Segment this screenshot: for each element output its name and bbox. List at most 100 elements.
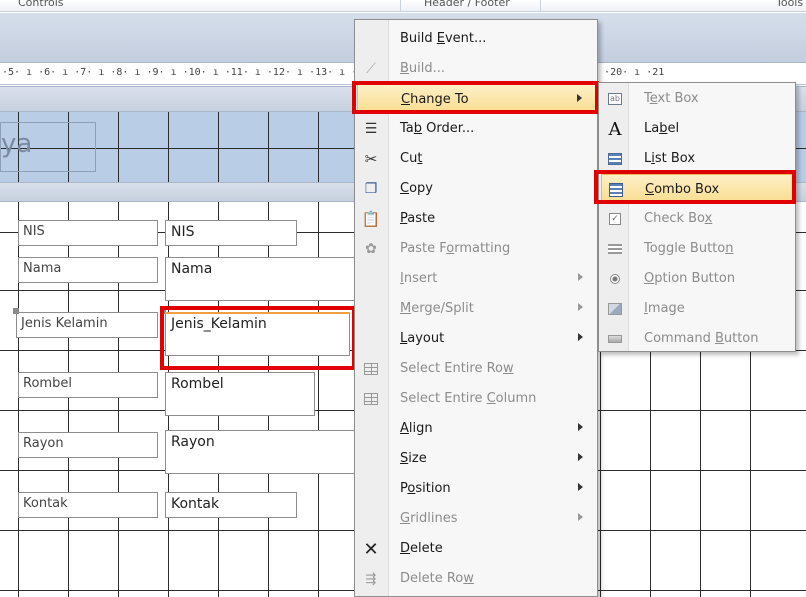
delete-icon: ✕ bbox=[363, 538, 379, 560]
menu-item-layout[interactable]: Layout bbox=[357, 324, 597, 354]
submenu-arrow-icon bbox=[578, 273, 583, 281]
submenu-item-label: Check Box bbox=[644, 211, 713, 226]
header-title-text: ya bbox=[1, 129, 33, 159]
toggle-button-icon bbox=[605, 240, 625, 258]
field-kontak[interactable]: Kontak bbox=[165, 492, 297, 518]
menu-item-change-to[interactable]: Change To bbox=[357, 84, 597, 114]
label-rayon[interactable]: Rayon bbox=[18, 432, 158, 458]
submenu-item-list-box[interactable]: List Box bbox=[601, 144, 795, 174]
menu-item-label: Gridlines bbox=[400, 511, 458, 526]
menu-item-label: Position bbox=[400, 481, 451, 496]
submenu-item-label: Combo Box bbox=[645, 182, 720, 197]
submenu-item-label: Label bbox=[644, 121, 680, 136]
label-kontak[interactable]: Kontak bbox=[18, 492, 158, 518]
menu-item-gridlines[interactable]: Gridlines bbox=[357, 504, 597, 534]
submenu-arrow-icon bbox=[578, 453, 583, 461]
menu-item-label: Align bbox=[400, 421, 433, 436]
delete-row-icon: ⇶ bbox=[365, 571, 377, 587]
submenu-item-label: Command Button bbox=[644, 331, 759, 346]
label-jenis-kelamin[interactable]: Jenis Kelamin bbox=[16, 312, 158, 338]
submenu-item-label: Option Button bbox=[644, 271, 736, 286]
paste-icon: 📋 bbox=[361, 210, 381, 228]
submenu-item-label: Text Box bbox=[644, 91, 699, 106]
submenu-item-image[interactable]: Image bbox=[601, 294, 795, 324]
text-box-icon: ab bbox=[605, 90, 625, 108]
menu-item-paste[interactable]: 📋 Paste bbox=[357, 204, 597, 234]
submenu-item-check-box[interactable]: ✓ Check Box bbox=[601, 204, 795, 234]
submenu-item-command-button[interactable]: Command Button bbox=[601, 324, 795, 354]
menu-item-label: Copy bbox=[400, 181, 433, 196]
menu-item-build[interactable]: ⟋ Build... bbox=[357, 54, 597, 84]
context-menu[interactable]: Build Event... ⟋ Build... Change To ☰ Tab Ord… bbox=[354, 19, 598, 597]
ribbon-separator bbox=[400, 0, 401, 12]
ribbon-group-controls: Controls bbox=[18, 0, 64, 9]
submenu-item-option-button[interactable]: Option Button bbox=[601, 264, 795, 294]
menu-item-select-entire-column[interactable]: Select Entire Column bbox=[357, 384, 597, 414]
menu-item-label: Delete Row bbox=[400, 571, 474, 586]
menu-item-label: Select Entire Row bbox=[400, 361, 514, 376]
selection-outline bbox=[160, 367, 172, 369]
change-to-submenu[interactable]: ab Text Box A Label List Box Combo Box ✓ Check … bbox=[598, 82, 796, 352]
menu-item-label: Paste bbox=[400, 211, 436, 226]
paste-formatting-icon: ✿ bbox=[365, 241, 377, 257]
menu-item-tab-order[interactable]: ☰ Tab Order... bbox=[357, 114, 597, 144]
menu-item-merge-split[interactable]: Merge/Split bbox=[357, 294, 597, 324]
combo-box-icon bbox=[606, 181, 626, 199]
command-button-icon bbox=[605, 330, 625, 348]
menu-item-delete[interactable]: ✕ Delete bbox=[357, 534, 597, 564]
label-nis[interactable]: NIS bbox=[18, 220, 158, 246]
submenu-arrow-icon bbox=[578, 303, 583, 311]
menu-item-label: Insert bbox=[400, 271, 438, 286]
field-nama[interactable]: Nama bbox=[165, 257, 355, 301]
menu-item-label: Cut bbox=[400, 151, 423, 166]
submenu-arrow-icon bbox=[578, 423, 583, 431]
submenu-arrow-icon bbox=[577, 94, 582, 102]
option-button-icon bbox=[605, 270, 625, 288]
submenu-arrow-icon bbox=[578, 513, 583, 521]
header-title-box[interactable]: ya bbox=[0, 122, 96, 172]
menu-item-select-entire-row[interactable]: Select Entire Row bbox=[357, 354, 597, 384]
menu-item-label: Merge/Split bbox=[400, 301, 474, 316]
menu-item-label: Paste Formatting bbox=[400, 241, 511, 256]
scissors-icon: ✂ bbox=[364, 150, 378, 168]
menu-item-label: Select Entire Column bbox=[400, 391, 537, 406]
submenu-item-label: Image bbox=[644, 301, 685, 316]
field-nis[interactable]: NIS bbox=[165, 220, 297, 246]
menu-item-label: Change To bbox=[401, 92, 469, 107]
label-icon: A bbox=[608, 118, 622, 140]
menu-item-label: Build... bbox=[400, 61, 446, 76]
selection-handle[interactable] bbox=[13, 308, 19, 314]
menu-item-delete-row[interactable]: ⇶ Delete Row bbox=[357, 564, 597, 594]
field-jenis-kelamin[interactable]: Jenis_Kelamin bbox=[165, 312, 350, 356]
field-rombel[interactable]: Rombel bbox=[165, 372, 315, 416]
tab-order-icon: ☰ bbox=[364, 121, 378, 137]
wand-icon: ⟋ bbox=[366, 61, 376, 77]
submenu-item-text-box[interactable]: ab Text Box bbox=[601, 84, 795, 114]
menu-item-copy[interactable]: ❐ Copy bbox=[357, 174, 597, 204]
submenu-item-toggle-button[interactable]: Toggle Button bbox=[601, 234, 795, 264]
menu-item-position[interactable]: Position bbox=[357, 474, 597, 504]
submenu-item-label[interactable]: A Label bbox=[601, 114, 795, 144]
submenu-arrow-icon bbox=[578, 483, 583, 491]
menu-item-size[interactable]: Size bbox=[357, 444, 597, 474]
field-rayon[interactable]: Rayon bbox=[165, 430, 355, 474]
submenu-item-label: Toggle Button bbox=[644, 241, 734, 256]
label-rombel[interactable]: Rombel bbox=[18, 372, 158, 398]
label-nama[interactable]: Nama bbox=[18, 257, 158, 283]
menu-item-label: Size bbox=[400, 451, 427, 466]
menu-item-cut[interactable]: ✂ Cut bbox=[357, 144, 597, 174]
submenu-item-label: List Box bbox=[644, 151, 696, 166]
menu-item-insert[interactable]: Insert bbox=[357, 264, 597, 294]
selection-outline bbox=[165, 312, 350, 314]
check-box-icon: ✓ bbox=[605, 210, 625, 228]
submenu-item-combo-box[interactable]: Combo Box bbox=[601, 174, 795, 204]
list-box-icon bbox=[605, 150, 625, 168]
select-column-icon bbox=[361, 389, 381, 409]
menu-item-label: Layout bbox=[400, 331, 445, 346]
menu-item-align[interactable]: Align bbox=[357, 414, 597, 444]
menu-item-paste-formatting[interactable]: ✿ Paste Formatting bbox=[357, 234, 597, 264]
submenu-arrow-icon bbox=[578, 333, 583, 341]
menu-item-label: Delete bbox=[400, 541, 443, 556]
menu-item-build-event[interactable]: Build Event... bbox=[357, 24, 597, 54]
ribbon-group-header-footer: Header / Footer bbox=[424, 0, 510, 9]
